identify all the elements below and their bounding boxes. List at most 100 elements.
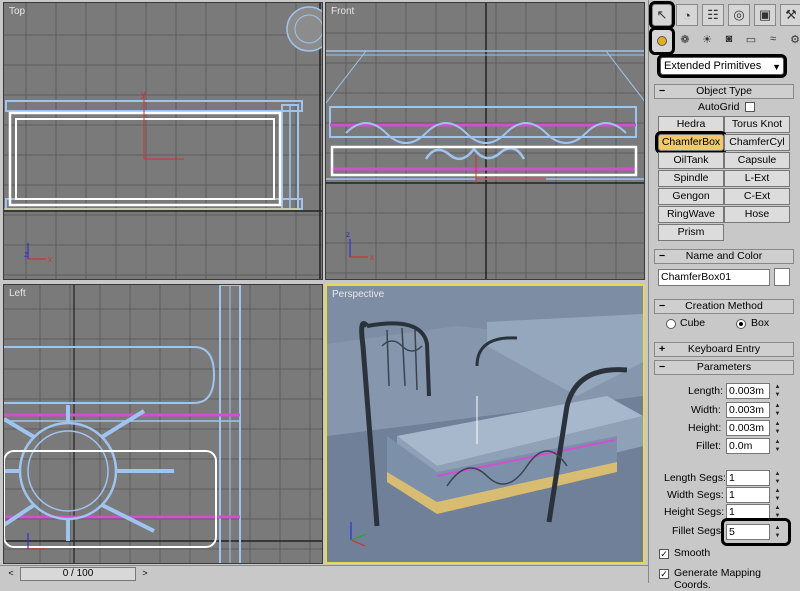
viewport-left[interactable]: Left (3, 284, 323, 564)
width-spinner-icon[interactable]: ▲ ▼ (773, 402, 782, 418)
fillet-field[interactable]: 0.0m (726, 438, 770, 454)
fillet-label: Fillet: (696, 440, 722, 452)
systems-icon[interactable]: ⚙ (786, 30, 800, 48)
top-viewport-drawing: y z x (4, 3, 322, 279)
motion-tab-icon[interactable]: ◎ (728, 4, 750, 26)
viewport-perspective[interactable]: Perspective (325, 284, 645, 564)
width-segs-label: Width Segs: (667, 489, 724, 501)
time-prev-icon[interactable]: < (4, 567, 18, 581)
height-segs-spinner-icon[interactable]: ▲ ▼ (773, 504, 782, 520)
category-dropdown[interactable]: Extended Primitives ▼ (657, 54, 787, 78)
svg-text:x: x (370, 253, 374, 262)
collapse-icon: − (659, 85, 666, 97)
height-segs-label: Height Segs: (664, 506, 725, 518)
display-tab-icon[interactable]: ▣ (754, 4, 776, 26)
chamfercyl-button[interactable]: ChamferCyl (724, 134, 790, 151)
gen-mapping-checkbox[interactable]: ✓ (659, 569, 669, 579)
utilities-tab-icon[interactable]: ⚒ (780, 4, 800, 26)
viewport-top[interactable]: y z x Top (3, 2, 323, 280)
oiltank-button[interactable]: OilTank (658, 152, 724, 169)
expand-icon: + (659, 343, 666, 355)
capsule-button[interactable]: Capsule (724, 152, 790, 169)
svg-text:z: z (24, 250, 28, 259)
hose-button[interactable]: Hose (724, 206, 790, 223)
left-viewport-drawing (4, 285, 322, 563)
viewport-label-left[interactable]: Left (9, 288, 26, 299)
fillet-segs-field[interactable]: 5 (726, 524, 770, 540)
parameters-rollout[interactable]: − Parameters (654, 360, 794, 375)
hierarchy-tab-icon[interactable]: ☷ (702, 4, 724, 26)
name-color-rollout[interactable]: − Name and Color (654, 249, 794, 264)
shapes-icon[interactable]: ❁ (676, 30, 694, 48)
time-next-icon[interactable]: > (138, 567, 152, 581)
length-segs-spinner-icon[interactable]: ▲ ▼ (773, 470, 782, 486)
svg-text:z: z (346, 230, 350, 239)
spindle-button[interactable]: Spindle (658, 170, 724, 187)
name-color-title: Name and Color (685, 250, 763, 262)
create-subcategory-tabs: ❁ ☀ ◙ ▭ ≈ ⚙ (649, 27, 800, 55)
length-field[interactable]: 0.003m (726, 383, 770, 399)
keyboard-entry-rollout[interactable]: + Keyboard Entry (654, 342, 794, 357)
svg-text:y: y (141, 89, 146, 99)
width-label: Width: (691, 404, 721, 416)
gengon-button[interactable]: Gengon (658, 188, 724, 205)
autogrid-checkbox[interactable] (745, 102, 755, 112)
lights-icon[interactable]: ☀ (698, 30, 716, 48)
height-field[interactable]: 0.003m (726, 420, 770, 436)
time-slider[interactable]: 0 / 100 (20, 567, 136, 581)
object-type-title: Object Type (696, 85, 752, 97)
width-field[interactable]: 0.003m (726, 402, 770, 418)
width-segs-field[interactable]: 1 (726, 487, 770, 503)
time-slider-bar: < 0 / 100 > (0, 565, 648, 583)
geometry-icon[interactable] (649, 27, 675, 55)
object-name-field[interactable]: ChamferBox01 (658, 269, 770, 286)
parameters-title: Parameters (696, 361, 752, 373)
chevron-down-icon: ▼ (772, 62, 781, 72)
command-panel-tabs: ↖ ◔ ☷ ◎ ▣ ⚒ (649, 1, 800, 29)
box-label: Box (751, 317, 770, 329)
prism-button[interactable]: Prism (658, 224, 724, 241)
object-type-rollout[interactable]: − Object Type (654, 84, 794, 99)
c-ext-button[interactable]: C-Ext (724, 188, 790, 205)
l-ext-button[interactable]: L-Ext (724, 170, 790, 187)
spacewarps-icon[interactable]: ≈ (764, 30, 782, 48)
torus-knot-button[interactable]: Torus Knot (724, 116, 790, 133)
length-segs-field[interactable]: 1 (726, 470, 770, 486)
height-segs-field[interactable]: 1 (726, 504, 770, 520)
collapse-icon: − (659, 300, 666, 312)
height-label: Height: (688, 422, 722, 434)
box-radio[interactable] (736, 319, 746, 329)
keyboard-entry-title: Keyboard Entry (687, 343, 761, 355)
autogrid-label: AutoGrid (698, 101, 740, 113)
width-segs-spinner-icon[interactable]: ▲ ▼ (773, 487, 782, 503)
viewport-label-front[interactable]: Front (331, 6, 354, 17)
collapse-icon: − (659, 250, 666, 262)
category-dropdown-value: Extended Primitives (664, 60, 762, 72)
creation-method-rollout[interactable]: − Creation Method (654, 299, 794, 314)
modify-tab-icon[interactable]: ◔ (676, 4, 698, 26)
collapse-icon: − (659, 361, 666, 373)
creation-method-title: Creation Method (685, 300, 763, 312)
length-spinner-icon[interactable]: ▲ ▼ (773, 383, 782, 399)
fillet-segs-spinner-icon[interactable]: ▲ ▼ (773, 524, 782, 540)
create-tab-icon[interactable]: ↖ (649, 1, 675, 29)
svg-text:x: x (48, 255, 52, 264)
chamferbox-button[interactable]: ChamferBox (655, 131, 727, 154)
cube-radio[interactable] (666, 319, 676, 329)
viewport-label-perspective[interactable]: Perspective (332, 289, 384, 300)
perspective-viewport-drawing (327, 286, 643, 562)
fillet-spinner-icon[interactable]: ▲ ▼ (773, 438, 782, 454)
viewport-front[interactable]: z x Front (325, 2, 645, 280)
smooth-label: Smooth (674, 547, 711, 559)
hedra-button[interactable]: Hedra (658, 116, 724, 133)
fillet-segs-label: Fillet Segs: (672, 525, 724, 537)
cameras-icon[interactable]: ◙ (720, 30, 738, 48)
cube-label: Cube (680, 317, 706, 329)
smooth-checkbox[interactable]: ✓ (659, 549, 669, 559)
viewport-label-top[interactable]: Top (9, 6, 25, 17)
gen-mapping-label: Generate Mapping Coords. (674, 567, 761, 591)
ringwave-button[interactable]: RingWave (658, 206, 724, 223)
height-spinner-icon[interactable]: ▲ ▼ (773, 420, 782, 436)
helpers-icon[interactable]: ▭ (742, 30, 760, 48)
object-color-swatch[interactable] (774, 268, 790, 286)
